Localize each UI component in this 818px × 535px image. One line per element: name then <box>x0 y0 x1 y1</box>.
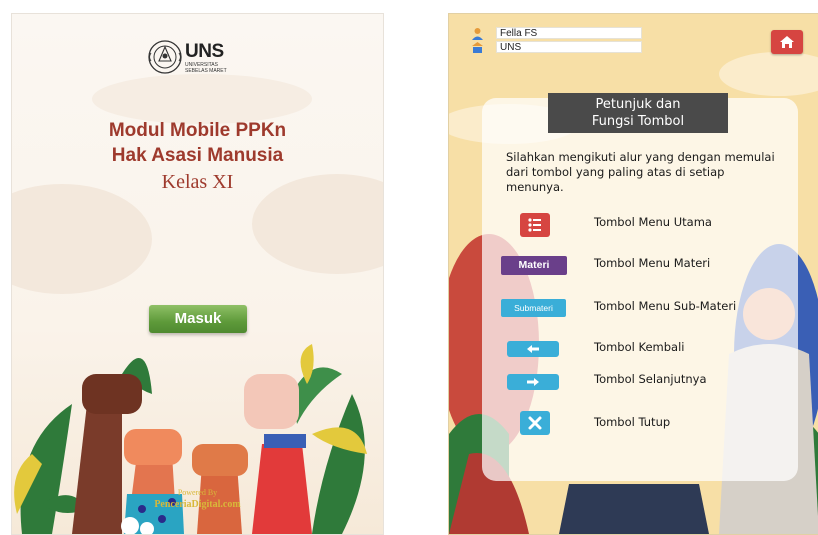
home-icon <box>780 36 794 48</box>
menu-list-icon <box>528 218 541 232</box>
submateri-button[interactable]: Submateri <box>501 299 566 317</box>
next-button[interactable] <box>507 374 559 390</box>
guide-intro-text: Silahkan mengikuti alur yang dengan memu… <box>506 150 775 194</box>
background-blob <box>92 74 312 124</box>
logo-subtext: UNIVERSITAS SEBELAS MARET <box>185 62 227 74</box>
cover-screen: UNS UNIVERSITAS SEBELAS MARET Modul Mobi… <box>11 13 384 535</box>
arrow-left-icon <box>527 345 539 353</box>
legend-row-materi: Materi Tombol Menu Materi <box>449 256 818 280</box>
background-blob <box>12 184 152 294</box>
close-icon <box>528 416 542 430</box>
legend-row-back: Tombol Kembali <box>449 340 818 365</box>
guide-heading-line1: Petunjuk dan <box>595 97 681 112</box>
materi-button[interactable]: Materi <box>501 256 567 275</box>
legend-row-next: Tombol Selanjutnya <box>449 372 818 398</box>
school-field: UNS <box>496 41 642 53</box>
back-button[interactable] <box>507 341 559 357</box>
legend-row-close: Tombol Tutup <box>449 411 818 435</box>
legend-label: Tombol Menu Utama <box>594 215 712 229</box>
user-icon <box>472 28 483 40</box>
legend-label: Tombol Menu Sub-Materi <box>594 299 737 313</box>
guide-heading: Petunjuk dan Fungsi Tombol <box>548 93 728 133</box>
legend-label: Tombol Tutup <box>594 415 671 429</box>
logo-text: UNS <box>185 41 224 62</box>
university-seal-icon <box>148 40 182 74</box>
close-button[interactable] <box>520 411 550 435</box>
guide-heading-line2: Fungsi Tombol <box>591 114 685 129</box>
main-menu-button[interactable] <box>520 213 550 237</box>
powered-by-name: PenceriaDigital.com <box>154 499 241 510</box>
module-title-line1: Modul Mobile PPKn <box>108 120 287 141</box>
legend-label: Tombol Kembali <box>594 340 685 354</box>
module-title-line2: Hak Asasi Manusia <box>111 145 284 166</box>
user-name-field: Fella FS <box>496 27 642 39</box>
uns-logo: UNS UNIVERSITAS SEBELAS MARET <box>147 39 247 75</box>
home-button[interactable] <box>771 30 803 54</box>
class-subtitle: Kelas XI <box>161 171 234 193</box>
arrow-right-icon <box>527 378 539 386</box>
legend-label: Tombol Selanjutnya <box>594 372 707 386</box>
legend-row-main-menu: Tombol Menu Utama <box>449 213 818 237</box>
powered-by-label: Powered By <box>177 488 218 497</box>
guide-screen: Fella FS UNS Petunjuk dan Fungsi Tombol … <box>448 13 818 535</box>
school-icon <box>472 42 483 53</box>
legend-row-submateri: Submateri Tombol Menu Sub-Materi <box>449 299 818 323</box>
legend-label: Tombol Menu Materi <box>594 256 711 270</box>
enter-button[interactable]: Masuk <box>149 305 247 333</box>
